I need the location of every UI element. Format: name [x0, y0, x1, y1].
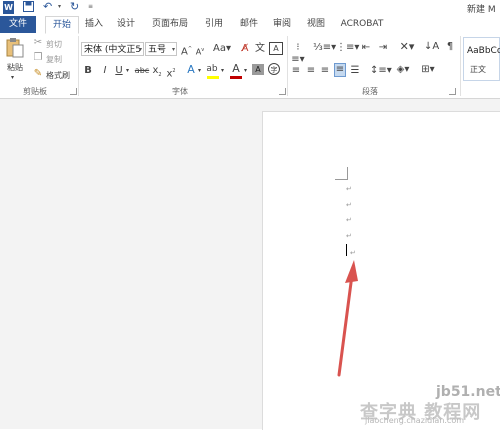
superscript-icon[interactable]: x2	[166, 65, 176, 80]
font-size-value: 五号	[148, 45, 167, 55]
multilevel-list-icon[interactable]: ⋮≡▾	[336, 42, 359, 54]
distributed-icon[interactable]: ☰	[350, 65, 360, 77]
watermark-url: jiaocheng.chazidian.com	[365, 416, 465, 425]
margin-corner-mark	[335, 167, 348, 180]
sort-icon[interactable]: ↓A	[424, 41, 439, 53]
highlight-icon[interactable]: ab	[206, 63, 218, 75]
style-normal[interactable]: AaBbCc 正文	[463, 37, 500, 81]
format-painter-button[interactable]: 格式刷	[46, 70, 70, 81]
change-case-icon[interactable]: Aa▾	[213, 43, 231, 55]
shading-icon[interactable]: ◈▾	[395, 64, 411, 76]
grow-font-icon[interactable]: A^	[181, 43, 192, 58]
align-right-icon[interactable]: ≡	[320, 65, 330, 77]
tab-review[interactable]: 审阅	[268, 16, 296, 33]
phonetic-guide-icon[interactable]: 文	[255, 43, 265, 55]
font-color-dropdown-icon[interactable]: ▾	[243, 65, 248, 77]
justify-icon[interactable]: ≡	[334, 63, 346, 77]
asian-layout-icon[interactable]: ✕▾	[398, 41, 416, 53]
paste-button[interactable]: 粘贴	[7, 62, 23, 73]
copy-button[interactable]: 复制	[46, 54, 62, 65]
paragraph-mark: ↵	[346, 201, 352, 209]
format-painter-icon[interactable]: ✎	[33, 68, 43, 80]
clipboard-group-label: 剪贴板	[23, 87, 47, 96]
paste-icon[interactable]	[6, 37, 24, 59]
cut-icon[interactable]: ✂	[33, 37, 43, 49]
word-icon: W	[3, 1, 14, 14]
bullets-icon[interactable]: ⁝≡▾	[290, 42, 306, 66]
undo-dropdown-icon[interactable]: ▾	[58, 1, 64, 14]
underline-dropdown-icon[interactable]: ▾	[125, 65, 130, 77]
decrease-indent-icon[interactable]: ⇤	[360, 42, 372, 54]
arrow-shaft	[337, 273, 354, 377]
font-size-combo[interactable]: 五号 ▾	[145, 42, 177, 56]
strikethrough-icon[interactable]: abc	[134, 65, 150, 77]
numbering-icon[interactable]: ⅓≡▾	[313, 42, 336, 54]
paste-dropdown-icon[interactable]: ▾	[11, 72, 14, 84]
paragraph-mark: ↵	[346, 185, 352, 193]
enclose-char-icon[interactable]: 字	[268, 63, 280, 75]
separator	[78, 36, 79, 96]
separator	[287, 36, 288, 96]
text-effects-icon[interactable]: A	[185, 64, 197, 76]
arrow-annotation	[337, 260, 358, 377]
underline-icon[interactable]: U	[114, 65, 124, 77]
tab-acrobat[interactable]: ACROBAT	[336, 16, 388, 33]
borders-icon[interactable]: ⊞▾	[420, 64, 436, 76]
chevron-down-icon: ▾	[138, 46, 142, 53]
chevron-down-icon: ▾	[171, 46, 175, 53]
tab-view[interactable]: 视图	[302, 16, 330, 33]
increase-indent-icon[interactable]: ⇥	[377, 42, 389, 54]
subscript-icon[interactable]: x2	[152, 65, 162, 81]
align-left-icon[interactable]: ≡	[291, 65, 301, 77]
paragraph-mark: ↵	[346, 216, 352, 224]
document-page[interactable]: ↵ ↵ ↵ ↵ ↵	[262, 111, 500, 430]
redo-icon[interactable]: ↻	[70, 1, 82, 14]
clear-formatting-icon[interactable]: A̸	[240, 43, 250, 55]
line-spacing-icon[interactable]: ↕≡▾	[370, 65, 392, 77]
show-marks-icon[interactable]: ¶	[444, 41, 456, 53]
tab-home[interactable]: 开始	[45, 16, 79, 34]
tab-insert[interactable]: 插入	[80, 16, 108, 33]
tab-page-layout[interactable]: 页面布局	[148, 16, 192, 33]
tab-file[interactable]: 文件	[0, 16, 36, 33]
cut-button[interactable]: 剪切	[46, 39, 62, 50]
style-preview-text: AaBbCc	[467, 46, 500, 56]
document-title: 新建 M	[467, 5, 496, 15]
font-name-combo[interactable]: 宋体 (中文正5 ▾	[81, 42, 144, 56]
highlight-dropdown-icon[interactable]: ▾	[220, 65, 225, 77]
ribbon-tabs: 文件 开始 插入 设计 页面布局 引用 邮件 审阅 视图 ACROBAT	[0, 15, 500, 35]
char-shading-icon[interactable]: A	[252, 64, 264, 75]
style-name-text: 正文	[470, 65, 486, 74]
tab-design[interactable]: 设计	[112, 16, 140, 33]
shrink-font-icon[interactable]: Av	[195, 44, 205, 59]
highlight-color-bar	[207, 76, 219, 79]
customize-qa-icon[interactable]: ≡	[88, 1, 94, 14]
font-color-bar	[230, 76, 242, 79]
italic-icon[interactable]: I	[100, 65, 110, 77]
char-border-icon[interactable]: A	[269, 42, 283, 55]
tab-mailings[interactable]: 邮件	[235, 16, 263, 33]
ribbon: 粘贴 ▾ ✂ 剪切 ❐ 复制 ✎ 格式刷 剪贴板 宋体 (中文正5 ▾ 五号 ▾ A…	[0, 34, 500, 99]
align-center-icon[interactable]: ≡	[306, 65, 316, 77]
paragraph-launcher-icon[interactable]	[449, 88, 456, 95]
font-launcher-icon[interactable]	[279, 88, 286, 95]
title-bar: W ↶ ▾ ↻ ≡ 新建 M	[0, 0, 500, 15]
clipboard-launcher-icon[interactable]	[70, 88, 77, 95]
save-icon[interactable]	[23, 1, 34, 14]
font-group-label: 字体	[172, 87, 188, 96]
copy-icon[interactable]: ❐	[33, 52, 43, 64]
text-effects-dropdown-icon[interactable]: ▾	[197, 65, 202, 77]
tab-references[interactable]: 引用	[200, 16, 228, 33]
paragraph-group-label: 段落	[362, 87, 378, 96]
arrow-head	[345, 260, 358, 283]
font-name-value: 宋体 (中文正5	[84, 45, 142, 55]
undo-icon[interactable]: ↶	[43, 1, 55, 14]
paragraph-mark: ↵	[346, 232, 352, 240]
separator	[460, 36, 461, 96]
bold-icon[interactable]: B	[83, 65, 93, 77]
font-color-icon[interactable]: A	[230, 63, 242, 75]
